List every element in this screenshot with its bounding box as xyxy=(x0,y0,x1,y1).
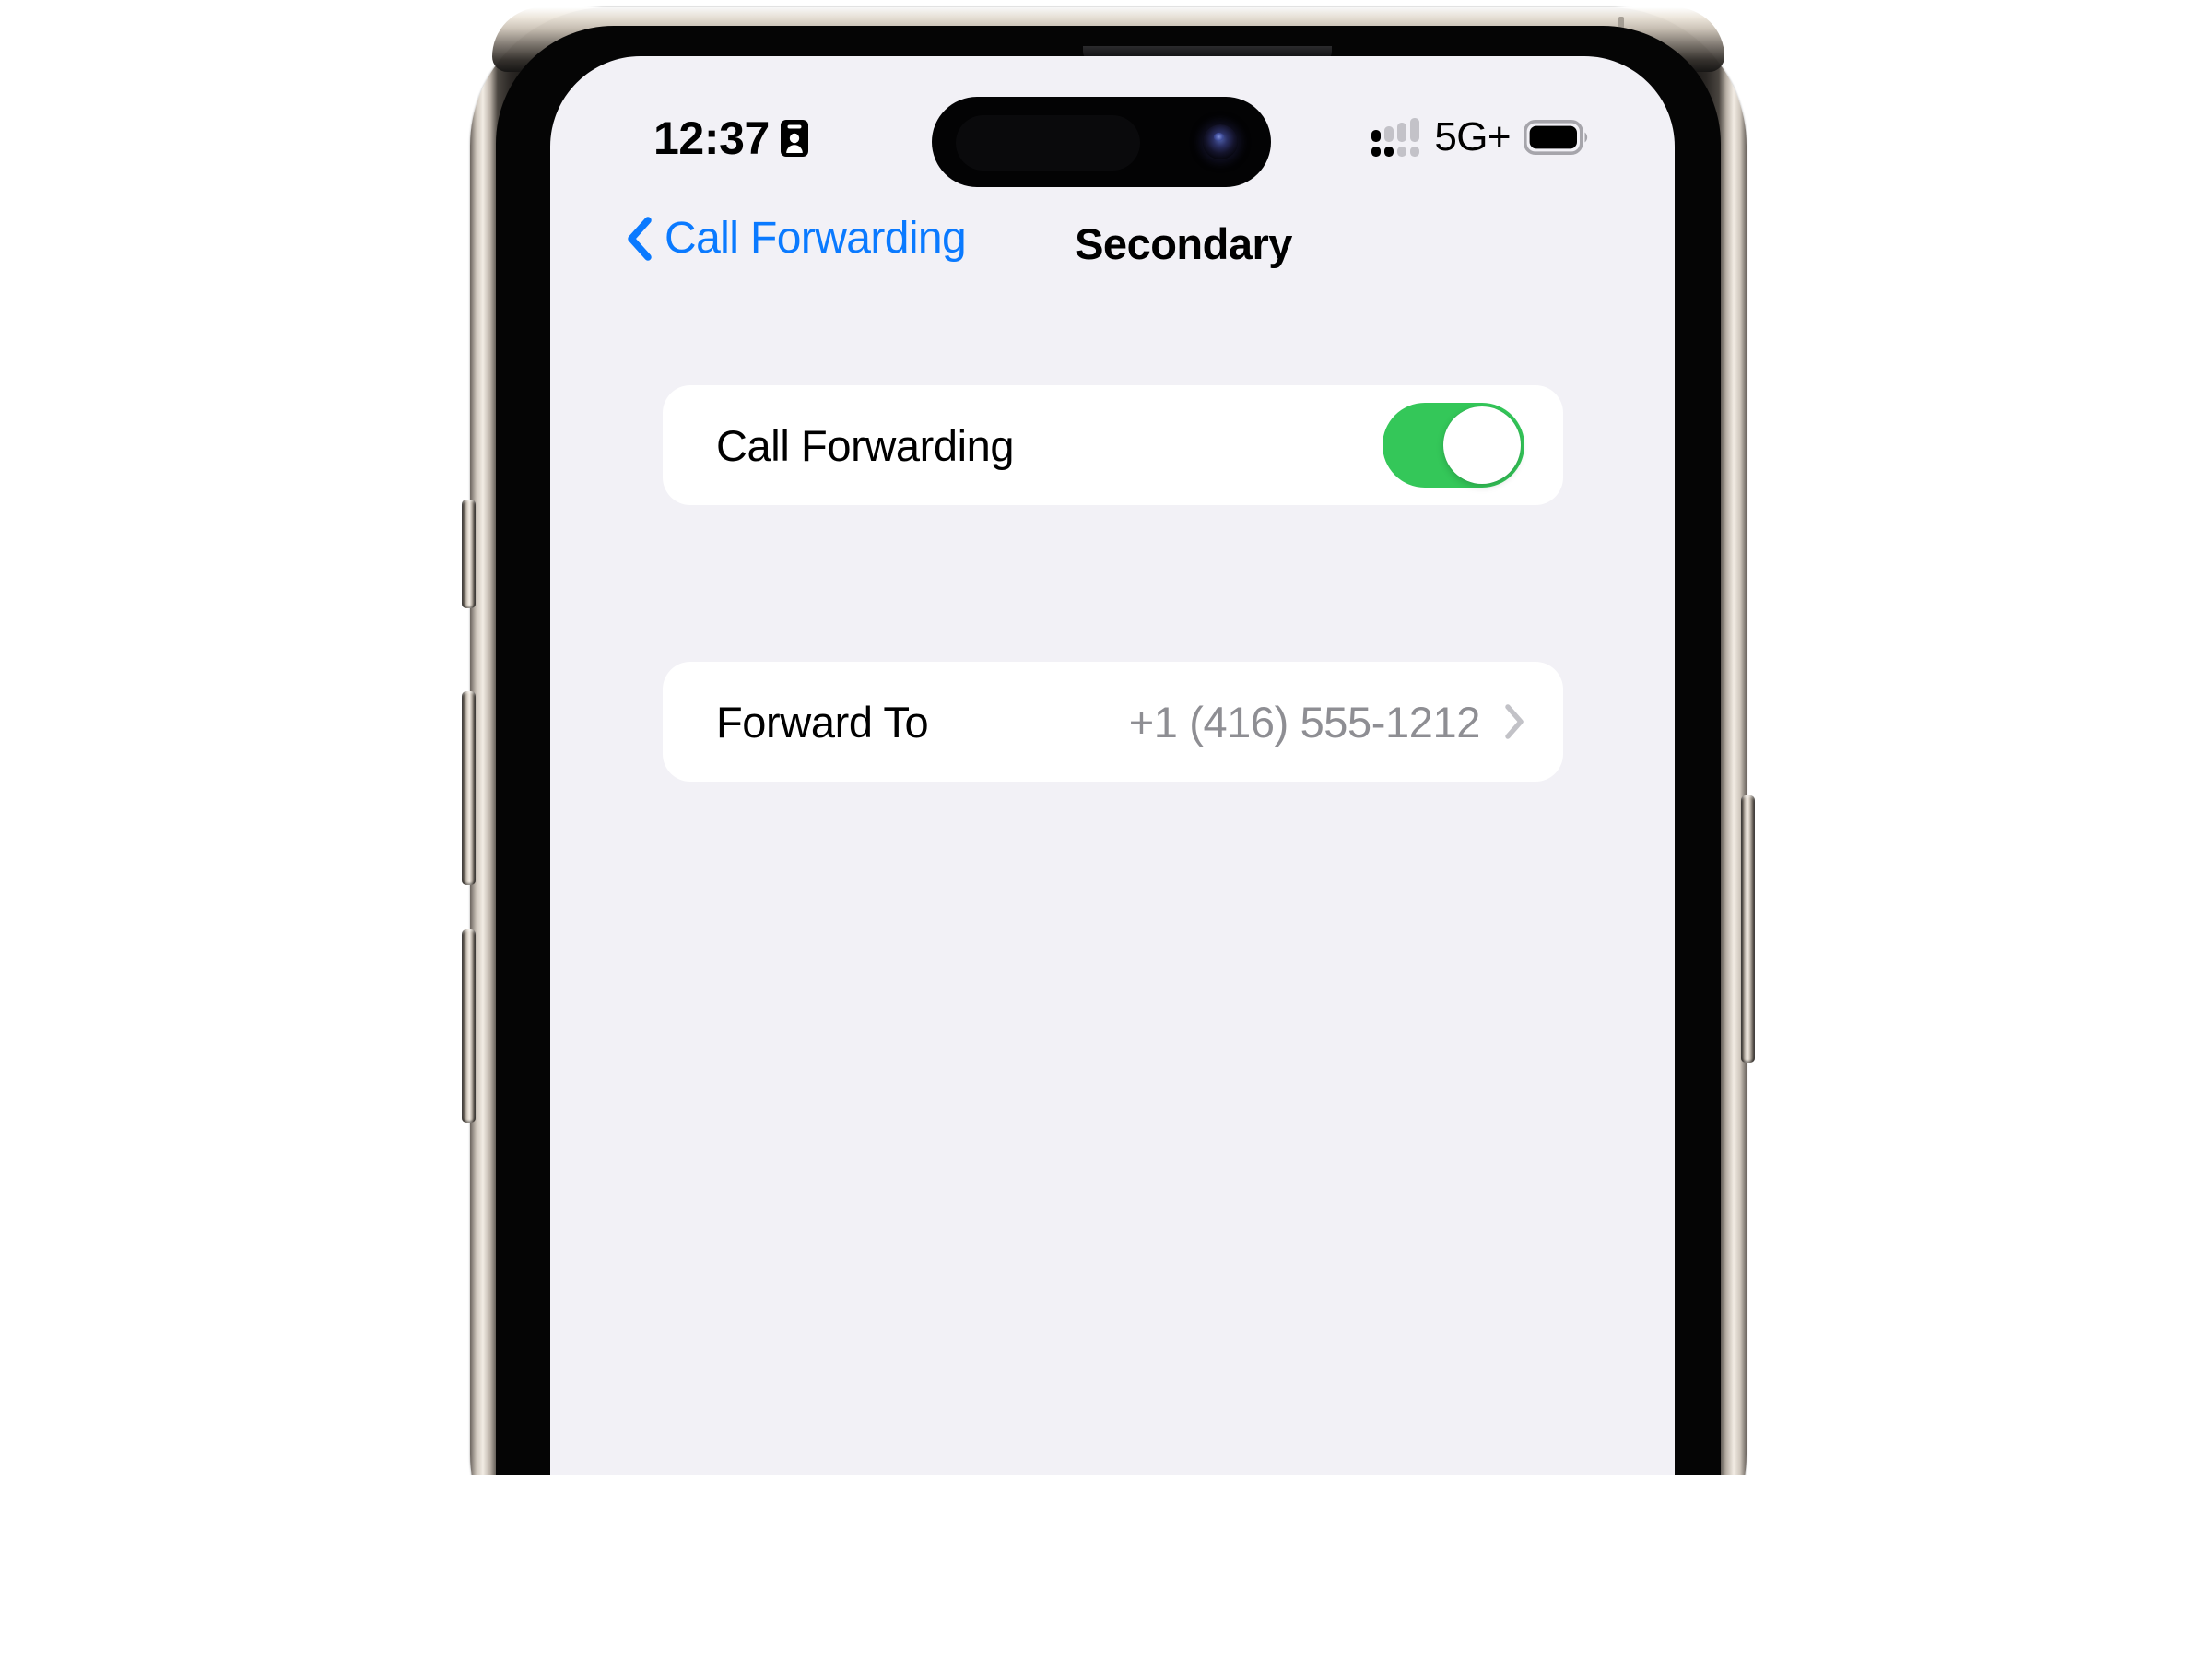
call-forwarding-group: Call Forwarding xyxy=(663,385,1563,505)
call-forwarding-toggle[interactable] xyxy=(1382,403,1524,488)
action-button[interactable] xyxy=(462,500,476,608)
call-forwarding-label: Call Forwarding xyxy=(716,420,1015,470)
settings-content: Call Forwarding Forward To +1 (416) 555-… xyxy=(550,56,1675,1605)
chevron-right-icon xyxy=(1480,703,1524,740)
forward-to-value: +1 (416) 555-1212 xyxy=(1128,697,1481,747)
forward-to-label: Forward To xyxy=(716,697,929,747)
power-button[interactable] xyxy=(1741,795,1755,1063)
volume-down-button[interactable] xyxy=(462,929,476,1123)
phone-screen: 12:37 5G+ Call Forwarding Secondary Call… xyxy=(550,56,1675,1605)
call-forwarding-row[interactable]: Call Forwarding xyxy=(663,385,1563,505)
image-bottom-crop xyxy=(0,1475,2212,1659)
phone-frame: 12:37 5G+ Call Forwarding Secondary Call… xyxy=(462,7,1755,1605)
device-stage: 12:37 5G+ Call Forwarding Secondary Call… xyxy=(0,0,2212,1659)
volume-up-button[interactable] xyxy=(462,691,476,885)
forward-to-row[interactable]: Forward To +1 (416) 555-1212 xyxy=(663,662,1563,782)
forward-to-group: Forward To +1 (416) 555-1212 xyxy=(663,662,1563,782)
toggle-knob xyxy=(1443,406,1521,484)
